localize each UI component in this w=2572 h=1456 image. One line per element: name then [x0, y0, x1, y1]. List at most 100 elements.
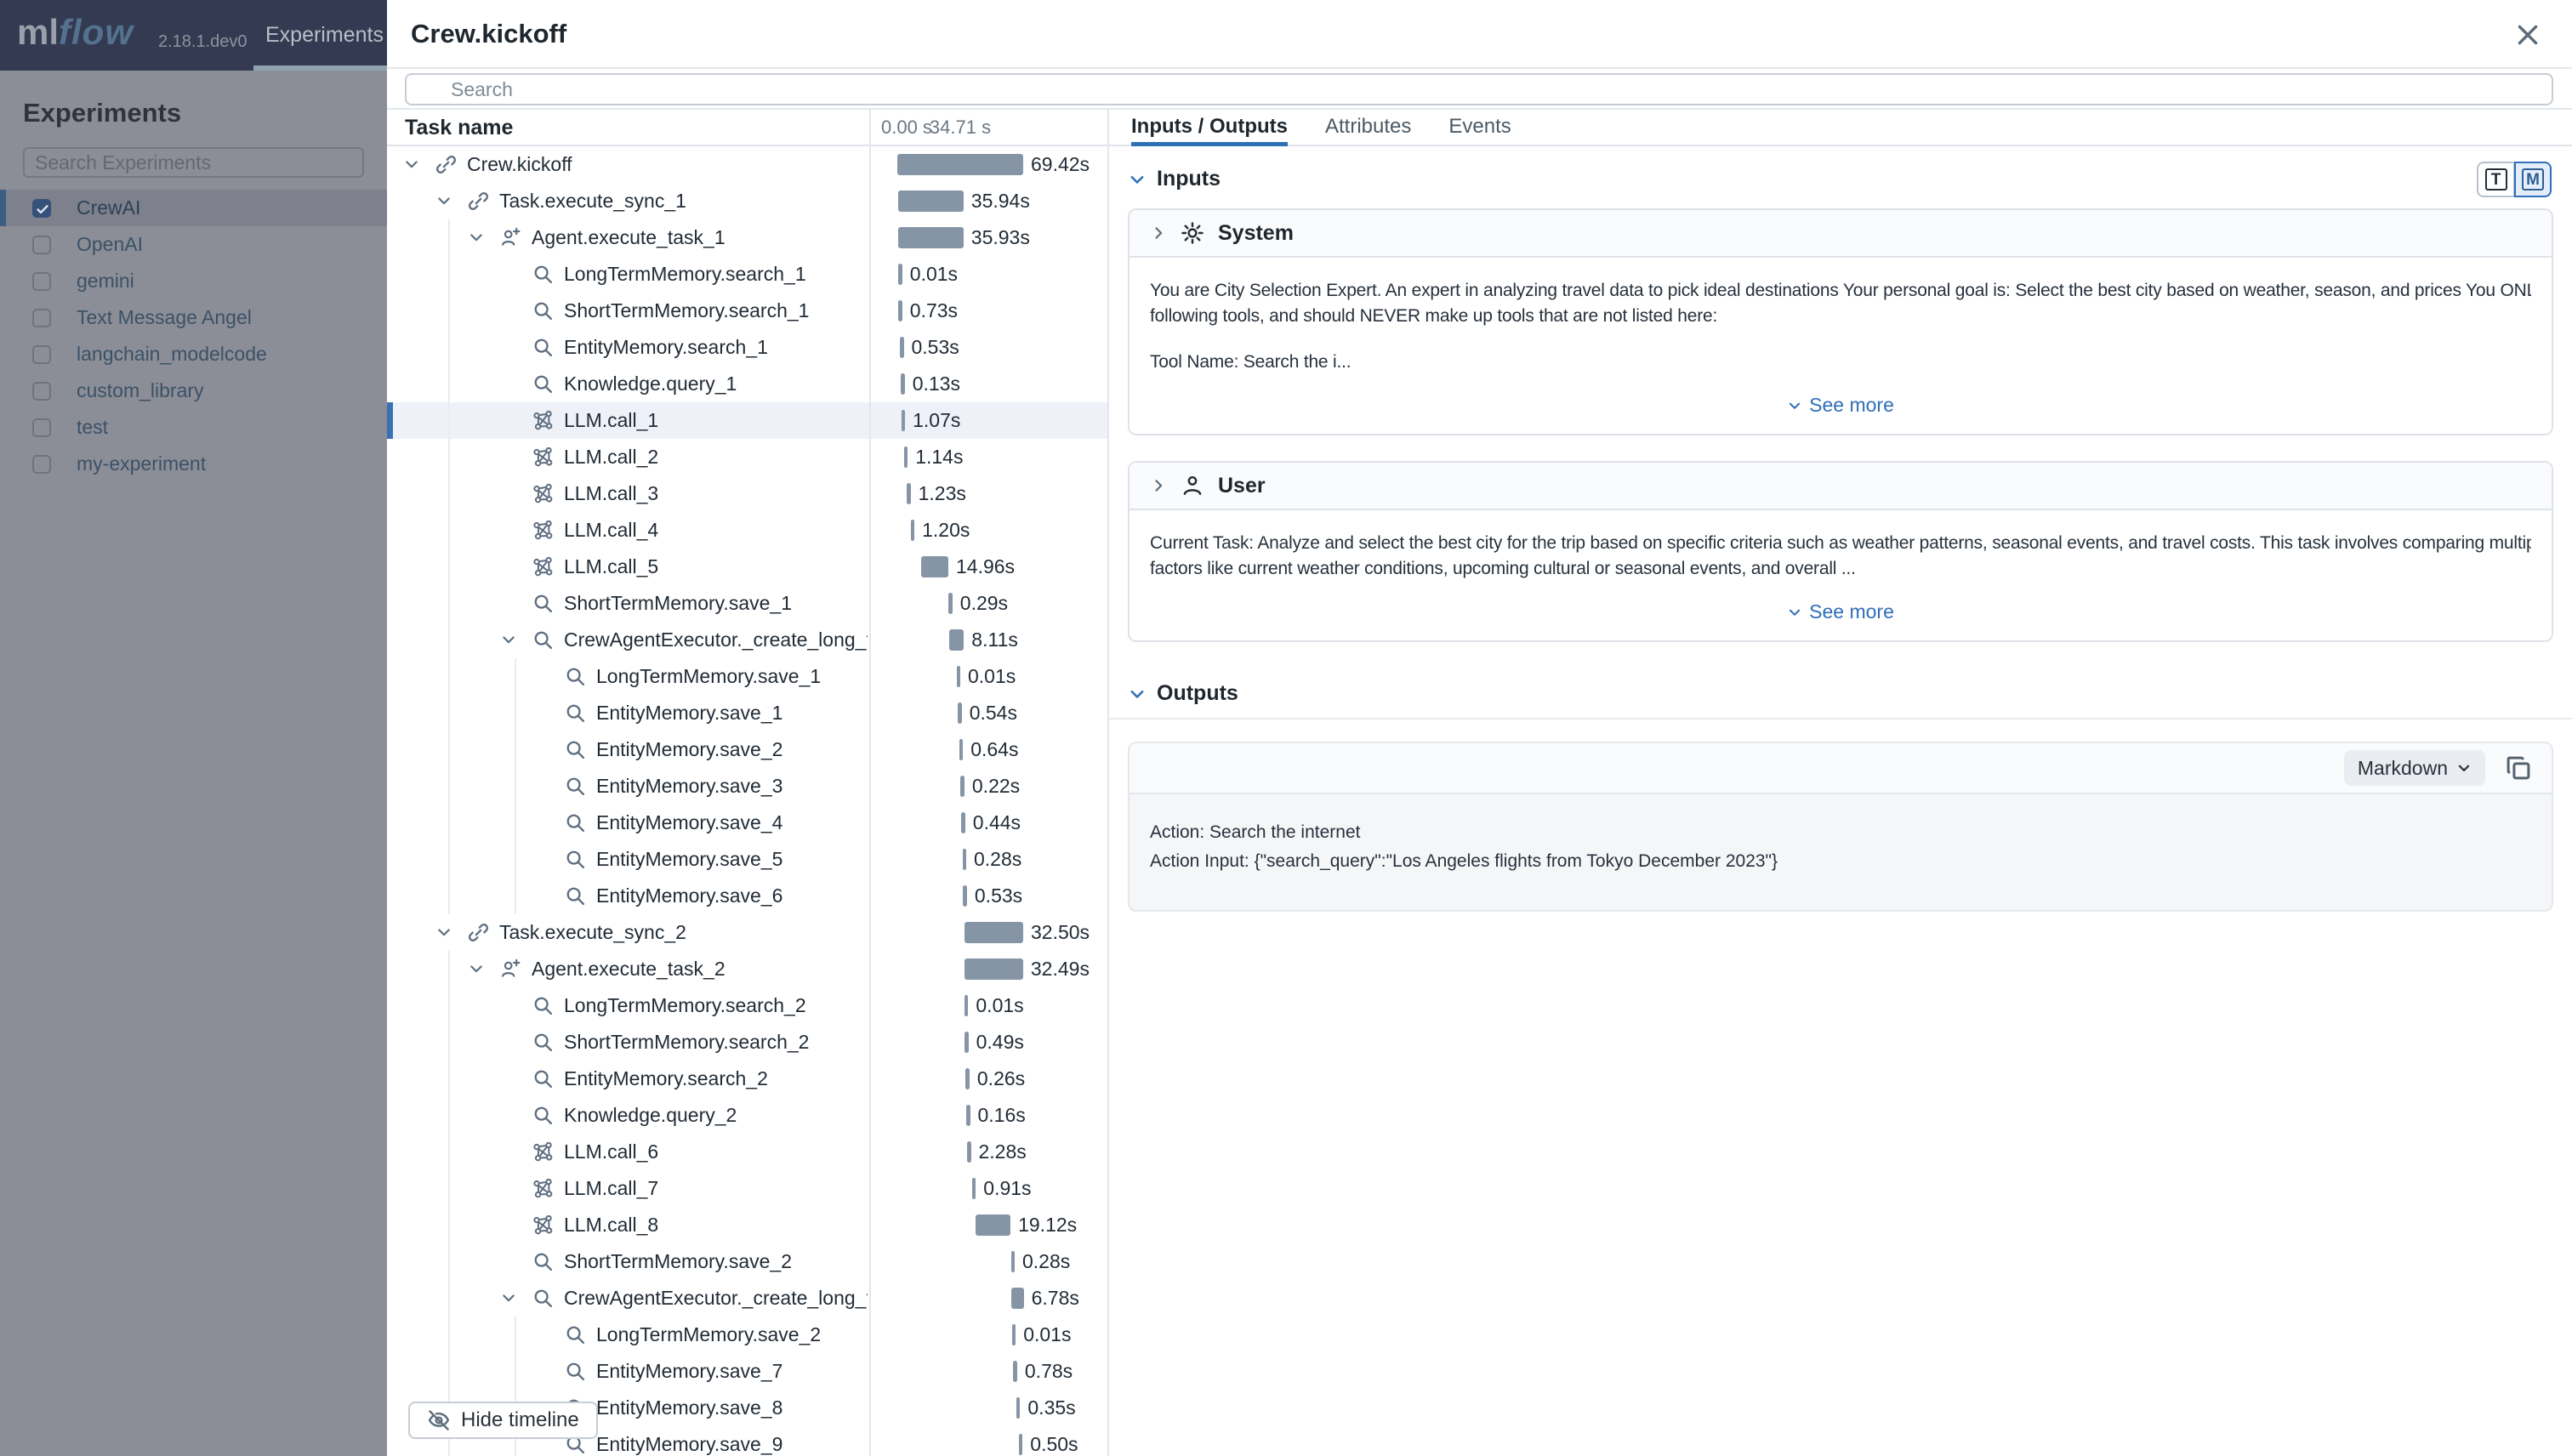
timeline-cell: 35.94s [869, 183, 1107, 219]
indent-guide [515, 731, 516, 768]
span-row[interactable]: LongTermMemory.save_1 0.01s [387, 658, 1107, 695]
checkbox[interactable] [32, 382, 51, 401]
span-row[interactable]: EntityMemory.save_3 0.22s [387, 768, 1107, 805]
experiment-name[interactable]: Text Message Angel [77, 306, 252, 329]
experiment-name[interactable]: OpenAI [77, 233, 143, 256]
span-row[interactable]: EntityMemory.save_6 0.53s [387, 878, 1107, 914]
experiment-list-item[interactable]: my-experiment [0, 446, 387, 482]
experiment-list-item[interactable]: Text Message Angel [0, 299, 387, 336]
see-more-link[interactable]: See more [1150, 394, 2531, 417]
span-row[interactable]: LLM.call_4 1.20s [387, 512, 1107, 549]
checkbox[interactable] [32, 345, 51, 364]
span-row[interactable]: Crew.kickoff 69.42s [387, 146, 1107, 183]
system-card-header[interactable]: System [1130, 210, 2552, 258]
user-card-header[interactable]: User [1130, 463, 2552, 510]
text-view-button[interactable]: T [2477, 162, 2514, 197]
message-text-line: You are City Selection Expert. An expert… [1150, 278, 2531, 304]
span-row[interactable]: EntityMemory.save_7 0.78s [387, 1353, 1107, 1390]
span-name: LongTermMemory.search_2 [564, 987, 868, 1024]
chevron-down-icon[interactable] [500, 631, 517, 652]
span-row[interactable]: Knowledge.query_1 0.13s [387, 366, 1107, 402]
span-row[interactable]: LLM.call_8 19.12s [387, 1207, 1107, 1243]
span-row[interactable]: LLM.call_2 1.14s [387, 439, 1107, 475]
span-row[interactable]: LLM.call_7 0.91s [387, 1170, 1107, 1207]
search-experiments-input[interactable] [23, 147, 364, 178]
chevron-down-icon[interactable] [435, 924, 452, 945]
span-row[interactable]: EntityMemory.save_1 0.54s [387, 695, 1107, 731]
span-row[interactable]: ShortTermMemory.search_1 0.73s [387, 293, 1107, 329]
checkbox[interactable] [32, 236, 51, 254]
markdown-view-button[interactable]: M [2514, 162, 2552, 197]
span-row[interactable]: Knowledge.query_2 0.16s [387, 1097, 1107, 1134]
span-row[interactable]: ShortTermMemory.save_2 0.28s [387, 1243, 1107, 1280]
indent-guide [448, 1207, 450, 1243]
checkbox[interactable] [32, 455, 51, 474]
span-row[interactable]: LLM.call_5 14.96s [387, 549, 1107, 585]
format-select[interactable]: Markdown [2344, 750, 2485, 786]
experiment-name[interactable]: test [77, 416, 108, 439]
tab-events[interactable]: Events [1448, 110, 1511, 145]
span-row[interactable]: Task.execute_sync_1 35.94s [387, 183, 1107, 219]
experiment-name[interactable]: gemini [77, 270, 134, 293]
experiment-name[interactable]: langchain_modelcode [77, 343, 267, 366]
inputs-section-header[interactable]: Inputs T M [1128, 167, 2553, 191]
span-row[interactable]: LLM.call_6 2.28s [387, 1134, 1107, 1170]
span-row[interactable]: EntityMemory.search_1 0.53s [387, 329, 1107, 366]
copy-button[interactable] [2504, 754, 2533, 782]
span-row[interactable]: Agent.execute_task_1 35.93s [387, 219, 1107, 256]
checkbox[interactable] [32, 418, 51, 437]
span-row[interactable]: Agent.execute_task_2 32.49s [387, 951, 1107, 987]
tab-attributes[interactable]: Attributes [1325, 110, 1411, 145]
experiment-name[interactable]: CrewAI [77, 196, 140, 219]
outputs-section-header[interactable]: Outputs [1109, 681, 2572, 719]
chevron-down-icon[interactable] [435, 192, 452, 213]
indent-guide [448, 731, 450, 768]
drawer-search-row [387, 69, 2572, 110]
trace-search-input[interactable] [405, 73, 2553, 105]
hide-timeline-button[interactable]: Hide timeline [408, 1402, 598, 1439]
duration-label: 35.94s [971, 183, 1030, 219]
duration-bar [902, 410, 906, 431]
close-icon[interactable] [2509, 17, 2546, 54]
chevron-down-icon[interactable] [500, 1289, 517, 1311]
search-icon [532, 1032, 554, 1057]
experiment-name[interactable]: custom_library [77, 379, 204, 402]
duration-bar [1013, 1361, 1017, 1382]
span-row[interactable]: EntityMemory.save_5 0.28s [387, 841, 1107, 878]
nav-tab-experiments[interactable]: Experiments [253, 0, 395, 71]
span-row[interactable]: LongTermMemory.search_1 0.01s [387, 256, 1107, 293]
indent-guide [515, 841, 516, 878]
span-row[interactable]: LongTermMemory.search_2 0.01s [387, 987, 1107, 1024]
search-icon [565, 776, 586, 801]
chevron-down-icon[interactable] [468, 960, 485, 981]
experiment-list-item[interactable]: OpenAI [0, 226, 387, 263]
span-row[interactable]: CrewAgentExecutor._create_long_term_mem … [387, 1280, 1107, 1317]
llm-icon [532, 410, 554, 435]
span-row[interactable]: EntityMemory.save_2 0.64s [387, 731, 1107, 768]
span-row[interactable]: EntityMemory.search_2 0.26s [387, 1061, 1107, 1097]
tab-inputs-outputs[interactable]: Inputs / Outputs [1131, 110, 1288, 145]
checked-checkbox[interactable] [32, 199, 51, 218]
see-more-link[interactable]: See more [1150, 600, 2531, 623]
experiment-list-item[interactable]: langchain_modelcode [0, 336, 387, 373]
experiment-list-item[interactable]: gemini [0, 263, 387, 299]
span-row[interactable]: ShortTermMemory.search_2 0.49s [387, 1024, 1107, 1061]
span-row[interactable]: LLM.call_3 1.23s [387, 475, 1107, 512]
checkbox[interactable] [32, 272, 51, 291]
markdown-view-icon: M [2522, 168, 2544, 191]
span-row[interactable]: LLM.call_1 1.07s [387, 402, 1107, 439]
experiment-list-item[interactable]: CrewAI [0, 190, 387, 226]
span-row[interactable]: Task.execute_sync_2 32.50s [387, 914, 1107, 951]
chevron-down-icon[interactable] [468, 229, 485, 250]
span-row[interactable]: EntityMemory.save_4 0.44s [387, 805, 1107, 841]
experiment-list-item[interactable]: custom_library [0, 373, 387, 409]
span-row[interactable]: ShortTermMemory.save_1 0.29s [387, 585, 1107, 622]
indent-guide [448, 256, 450, 293]
duration-label: 0.01s [976, 987, 1023, 1024]
experiment-name[interactable]: my-experiment [77, 452, 206, 475]
experiment-list-item[interactable]: test [0, 409, 387, 446]
span-row[interactable]: LongTermMemory.save_2 0.01s [387, 1317, 1107, 1353]
chevron-down-icon[interactable] [403, 156, 420, 177]
span-row[interactable]: CrewAgentExecutor._create_long_term_mem … [387, 622, 1107, 658]
checkbox[interactable] [32, 309, 51, 327]
